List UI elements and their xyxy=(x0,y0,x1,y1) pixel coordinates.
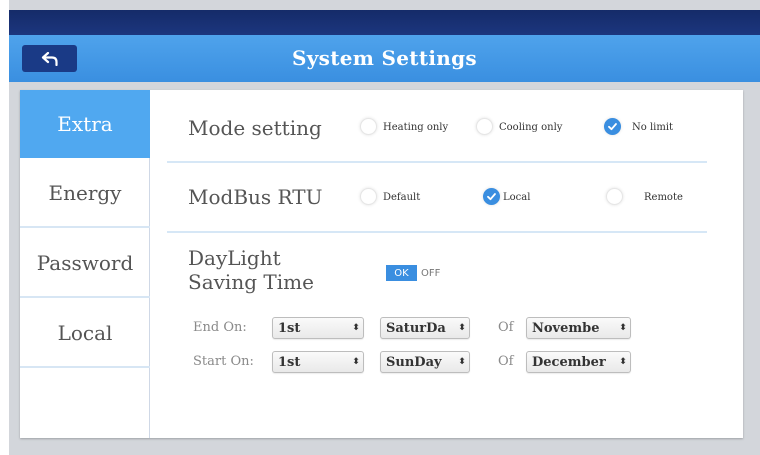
end-day-value: SaturDa xyxy=(386,320,446,336)
daylight-label-line2: Saving Time xyxy=(188,270,314,294)
start-on-label: Start On: xyxy=(193,354,254,369)
status-bar xyxy=(9,10,760,35)
settings-panel: Extra Energy Password Local Mode setting… xyxy=(20,90,743,438)
daylight-toggle[interactable]: OK OFF xyxy=(386,265,443,281)
divider xyxy=(167,161,707,163)
checkmark-icon xyxy=(608,123,617,131)
start-week-value: 1st xyxy=(278,354,301,370)
select-arrows-icon: ⬍ xyxy=(619,356,627,367)
end-day-select[interactable]: SaturDa ⬍ xyxy=(380,317,470,339)
radio-local[interactable] xyxy=(483,188,500,205)
settings-content: Mode setting Heating only Cooling only N… xyxy=(151,90,743,438)
radio-remote[interactable] xyxy=(606,188,623,205)
divider xyxy=(167,231,707,233)
select-arrows-icon: ⬍ xyxy=(458,356,466,367)
sidebar: Extra Energy Password Local xyxy=(20,90,150,438)
radio-heating-only[interactable] xyxy=(360,118,377,135)
toggle-off-label: OFF xyxy=(421,267,441,279)
radio-default[interactable] xyxy=(360,188,377,205)
select-arrows-icon: ⬍ xyxy=(619,322,627,333)
radio-label-no-limit: No limit xyxy=(632,122,674,133)
title-bar: System Settings xyxy=(9,35,760,82)
modbus-label: ModBus RTU xyxy=(188,185,323,209)
radio-no-limit[interactable] xyxy=(604,118,621,135)
radio-label-default: Default xyxy=(383,192,421,203)
select-arrows-icon: ⬍ xyxy=(352,322,360,333)
page-title: System Settings xyxy=(292,46,477,70)
radio-label-heating-only: Heating only xyxy=(383,122,449,133)
daylight-label: DayLight Saving Time xyxy=(188,246,314,294)
end-week-select[interactable]: 1st ⬍ xyxy=(272,317,364,339)
radio-label-cooling-only: Cooling only xyxy=(499,122,563,133)
end-month-select[interactable]: Novembe ⬍ xyxy=(526,317,631,339)
start-week-select[interactable]: 1st ⬍ xyxy=(272,351,364,373)
start-month-select[interactable]: December ⬍ xyxy=(526,351,631,373)
end-of-label: Of xyxy=(498,320,514,335)
end-month-value: Novembe xyxy=(532,320,600,336)
select-arrows-icon: ⬍ xyxy=(352,356,360,367)
radio-label-remote: Remote xyxy=(644,192,683,203)
end-week-value: 1st xyxy=(278,320,301,336)
radio-cooling-only[interactable] xyxy=(476,118,493,135)
start-day-value: SunDay xyxy=(386,354,442,370)
sidebar-item-energy[interactable]: Energy xyxy=(20,160,150,228)
start-month-value: December xyxy=(532,354,606,370)
mode-setting-label: Mode setting xyxy=(188,116,322,140)
daylight-label-line1: DayLight xyxy=(188,246,281,270)
sidebar-item-local[interactable]: Local xyxy=(20,300,150,368)
sidebar-item-password[interactable]: Password xyxy=(20,230,150,298)
toggle-on-label: OK xyxy=(386,265,417,281)
checkmark-icon xyxy=(487,193,496,201)
start-of-label: Of xyxy=(498,354,514,369)
sidebar-item-extra[interactable]: Extra xyxy=(20,90,150,158)
end-on-label: End On: xyxy=(193,320,247,335)
app-screen: System Settings Extra Energy Password Lo… xyxy=(9,0,760,455)
start-day-select[interactable]: SunDay ⬍ xyxy=(380,351,470,373)
radio-label-local: Local xyxy=(503,192,531,203)
select-arrows-icon: ⬍ xyxy=(458,322,466,333)
